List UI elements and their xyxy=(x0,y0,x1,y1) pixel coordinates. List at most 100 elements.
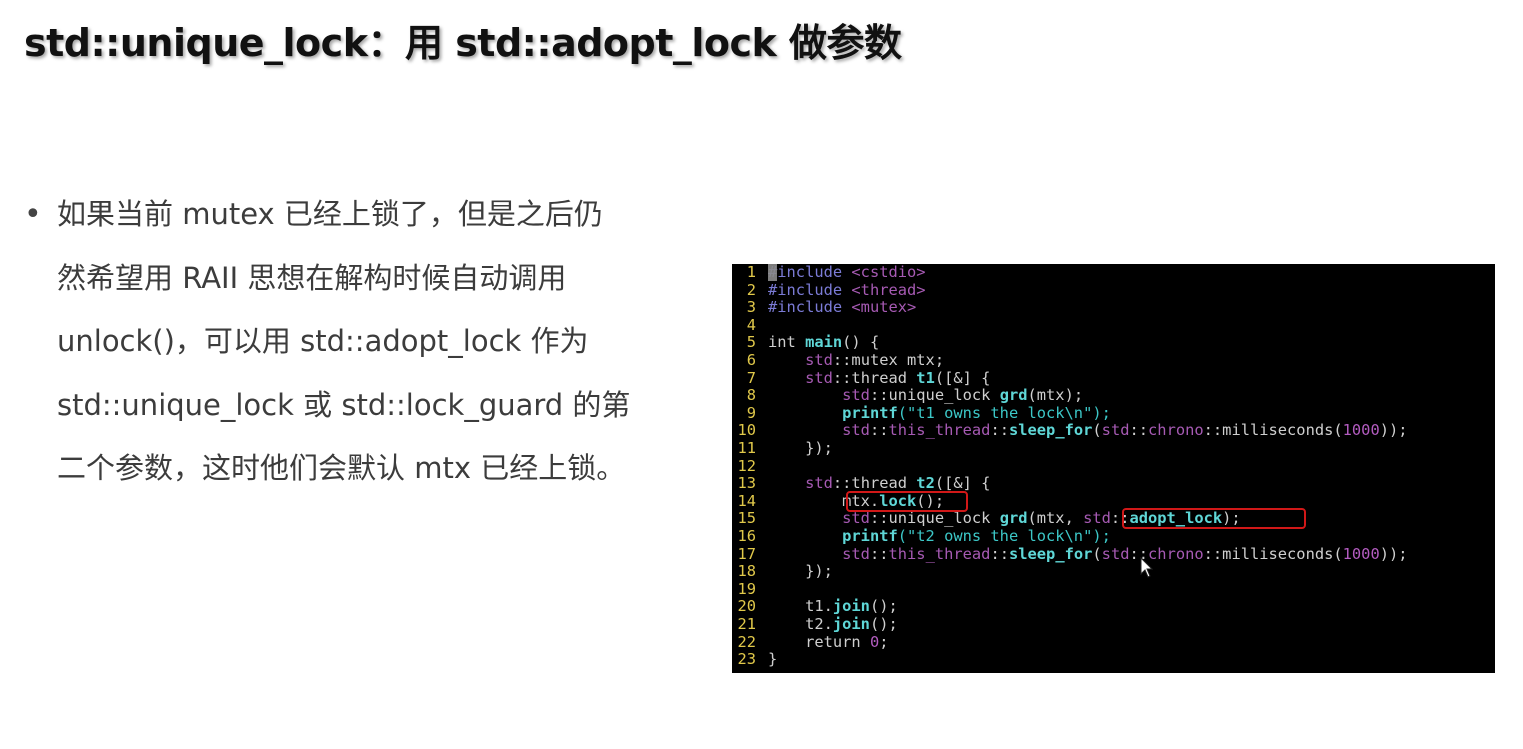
code-text: } xyxy=(768,650,777,668)
bullet-point: • 如果当前 mutex 已经上锁了，但是之后仍 然希望用 RAII 思想在解构… xyxy=(24,183,724,501)
code-line: 20 t1.join(); xyxy=(732,597,898,616)
code-screenshot: 1 #include <cstdio> 2 #include <thread> 3 #in… xyxy=(732,264,1495,673)
code-token: chrono xyxy=(1148,544,1204,563)
line-number: 6 xyxy=(746,351,756,369)
line-number: 3 xyxy=(746,298,756,317)
line-number: 7 xyxy=(746,368,756,387)
code-text: return 0; xyxy=(768,632,889,651)
code-token: std xyxy=(805,474,833,493)
code-token: #include xyxy=(768,264,852,281)
code-token: chrono xyxy=(1148,421,1204,440)
code-token: ("t1 owns the lock\n"); xyxy=(897,403,1111,422)
code-line: 4 xyxy=(732,316,768,335)
line-number: 23 xyxy=(737,650,756,669)
code-token: t2. xyxy=(768,615,833,633)
line-number: 12 xyxy=(737,456,756,475)
code-text: printf("t2 owns the lock\n"); xyxy=(768,527,1111,545)
code-token: <mutex> xyxy=(851,298,917,317)
code-token: grd xyxy=(999,509,1028,528)
code-token: ::unique_lock xyxy=(869,509,1000,528)
editor-cursor-block xyxy=(768,264,777,281)
code-token: ; xyxy=(879,632,889,651)
line-number: 20 xyxy=(737,597,756,616)
code-text: std::this_thread::sleep_for(std::chrono:… xyxy=(768,421,1407,440)
code-token: #include xyxy=(768,280,852,299)
code-line: 5 int main() { xyxy=(732,333,880,352)
line-number: 21 xyxy=(737,615,756,633)
line-number: 2 xyxy=(746,280,756,299)
code-line: 11 }); xyxy=(732,439,833,458)
code-text: printf("t1 owns the lock\n"); xyxy=(768,404,1111,422)
code-token: this_thread xyxy=(888,544,991,563)
code-token: join xyxy=(832,615,870,633)
bullet-dot-icon: • xyxy=(24,197,42,232)
code-token: int xyxy=(768,333,806,352)
bullet-line: 二个参数，这时他们会默认 mtx 已经上锁。 xyxy=(57,451,626,485)
code-text: std::mutex mtx; xyxy=(768,351,944,369)
code-token: std xyxy=(1083,509,1111,528)
code-token: std xyxy=(842,421,870,440)
code-token: sleep_for xyxy=(1008,421,1093,440)
code-token: printf xyxy=(842,527,898,545)
code-line: 21 t2.join(); xyxy=(732,615,898,634)
bullet-line: 然希望用 RAII 思想在解构时候自动调用 xyxy=(57,260,567,295)
code-text: }); xyxy=(768,562,833,580)
code-token: ::mutex mtx; xyxy=(832,351,945,369)
code-token: ::milliseconds( xyxy=(1203,544,1343,563)
code-line: 8 std::unique_lock grd(mtx); xyxy=(732,386,1083,405)
code-token: std xyxy=(805,368,833,387)
code-token: ( xyxy=(1092,421,1102,440)
mouse-pointer-icon xyxy=(1140,557,1154,578)
code-line: 2 #include <thread> xyxy=(732,280,926,300)
line-number: 16 xyxy=(737,527,756,545)
code-line: 9 printf("t1 owns the lock\n"); xyxy=(732,403,1111,423)
code-token: grd xyxy=(999,386,1028,405)
code-token: (); xyxy=(869,597,898,616)
line-number: 19 xyxy=(737,579,756,598)
code-text: #include <cstdio> xyxy=(768,264,926,281)
line-number: 5 xyxy=(746,333,756,352)
code-text: t2.join(); xyxy=(768,615,898,633)
code-line: 17 std::this_thread::sleep_for(std::chro… xyxy=(732,544,1407,564)
code-line: 10 std::this_thread::sleep_for(std::chro… xyxy=(732,421,1407,440)
code-text: #include <thread> xyxy=(768,281,926,299)
code-line: 16 printf("t2 owns the lock\n"); xyxy=(732,527,1111,546)
code-token: 0 xyxy=(869,632,880,651)
slide-title: std::unique_lock：用 std::adopt_lock 做参数 xyxy=(24,21,902,65)
code-token: <cstdio> xyxy=(851,264,926,281)
code-text: std::thread t1([&] { xyxy=(768,369,990,387)
code-token: } xyxy=(768,650,778,669)
highlight-box-adopt-lock xyxy=(1122,508,1306,530)
code-text: t1.join(); xyxy=(768,597,898,616)
code-text: std::unique_lock grd(mtx); xyxy=(768,386,1083,404)
code-token: () { xyxy=(842,333,880,352)
code-text: #include <mutex> xyxy=(768,298,916,316)
line-number: 10 xyxy=(737,421,756,440)
code-line: 23} xyxy=(732,650,777,669)
code-text: std::this_thread::sleep_for(std::chrono:… xyxy=(768,544,1407,563)
line-number: 9 xyxy=(746,403,756,422)
code-line: 3 #include <mutex> xyxy=(732,298,917,317)
bullet-line: 如果当前 mutex 已经上锁了，但是之后仍 xyxy=(57,197,603,231)
code-line: 19 xyxy=(732,579,768,599)
code-token: }); xyxy=(768,439,833,457)
code-token: std xyxy=(842,509,870,528)
code-token: ::unique_lock xyxy=(869,386,1000,405)
line-number: 15 xyxy=(737,509,756,528)
code-token: <thread> xyxy=(851,280,926,299)
code-line: 1 #include <cstdio> xyxy=(732,264,926,282)
code-token: ::milliseconds( xyxy=(1203,421,1343,440)
code-line: 12 xyxy=(732,456,768,476)
code-token: ([&] { xyxy=(934,368,991,387)
code-token: main xyxy=(805,333,843,352)
bullet-text: 如果当前 mutex 已经上锁了，但是之后仍 然希望用 RAII 思想在解构时候… xyxy=(57,183,724,501)
code-text: std::thread t2([&] { xyxy=(768,474,990,492)
code-token: printf xyxy=(842,403,898,422)
code-token: join xyxy=(832,597,870,616)
code-token: t1. xyxy=(768,597,833,616)
code-token: std xyxy=(1101,544,1130,563)
code-line: 22 return 0; xyxy=(732,632,889,652)
code-token: std xyxy=(842,386,870,405)
